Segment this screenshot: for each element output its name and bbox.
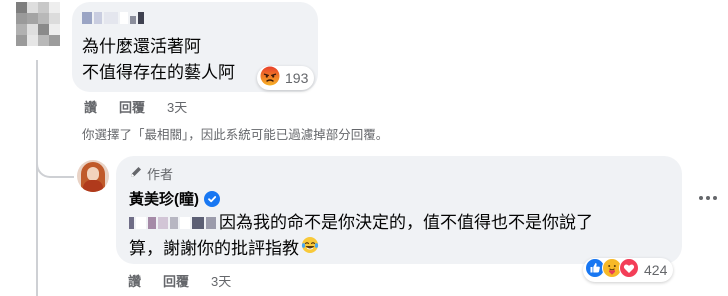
reply-reactions[interactable]: 424 <box>583 257 674 283</box>
reply-reaction-count: 424 <box>644 262 668 278</box>
reply-timestamp[interactable]: 3天 <box>211 271 231 290</box>
author-badge: 作者 <box>129 164 173 183</box>
author-name[interactable]: 黃美珍(瞳) <box>129 188 199 209</box>
reply-reply-button[interactable]: 回覆 <box>163 271 189 290</box>
reply-text-line-2: 算，謝謝你的批評指教 <box>129 238 299 258</box>
pen-icon <box>129 165 143 182</box>
comment-text-line-2: 不值得存在的藝人阿 <box>82 63 235 82</box>
reply-bubble: 作者 黃美珍(瞳) 因為我的命不是你決定的，值不值得也不是你說了 算，謝謝你的批… <box>116 156 682 264</box>
comment-reply-button[interactable]: 回覆 <box>119 97 145 116</box>
comment-actions: 讚 回覆 3天 <box>84 97 187 116</box>
author-badge-label: 作者 <box>147 167 174 182</box>
comment-reaction-count: 193 <box>285 70 309 86</box>
filter-notice: 你選擇了「最相關」，因此系統可能已過濾掉部分回覆。 <box>82 128 389 142</box>
reply-text-line-1: 因為我的命不是你決定的，值不值得也不是你說了 <box>219 213 593 232</box>
more-options-icon[interactable] <box>699 196 717 200</box>
reply-actions: 讚 回覆 3天 <box>128 271 231 290</box>
comment-like-button[interactable]: 讚 <box>84 97 97 116</box>
tears-of-joy-emoji <box>301 236 319 261</box>
verified-badge-icon <box>204 190 220 207</box>
reply-like-button[interactable]: 讚 <box>128 271 141 290</box>
reply-text-row-1: 因為我的命不是你決定的，值不值得也不是你說了 <box>129 211 593 235</box>
comment-timestamp[interactable]: 3天 <box>167 97 187 116</box>
commenter-name-redacted[interactable] <box>82 12 144 26</box>
comment-reactions[interactable]: 193 <box>257 66 315 91</box>
author-name-row: 黃美珍(瞳) <box>129 188 220 209</box>
reply-text-row-2: 算，謝謝你的批評指教 <box>129 236 319 261</box>
thread-line <box>36 60 38 296</box>
reply-connector-line <box>36 150 74 178</box>
love-icon <box>619 257 639 283</box>
mention-redacted[interactable] <box>129 217 216 229</box>
comment-text-line-1: 為什麼還活著阿 <box>82 37 201 56</box>
angry-icon <box>260 66 280 91</box>
commenter-avatar[interactable] <box>16 2 60 46</box>
author-avatar[interactable] <box>77 160 109 192</box>
